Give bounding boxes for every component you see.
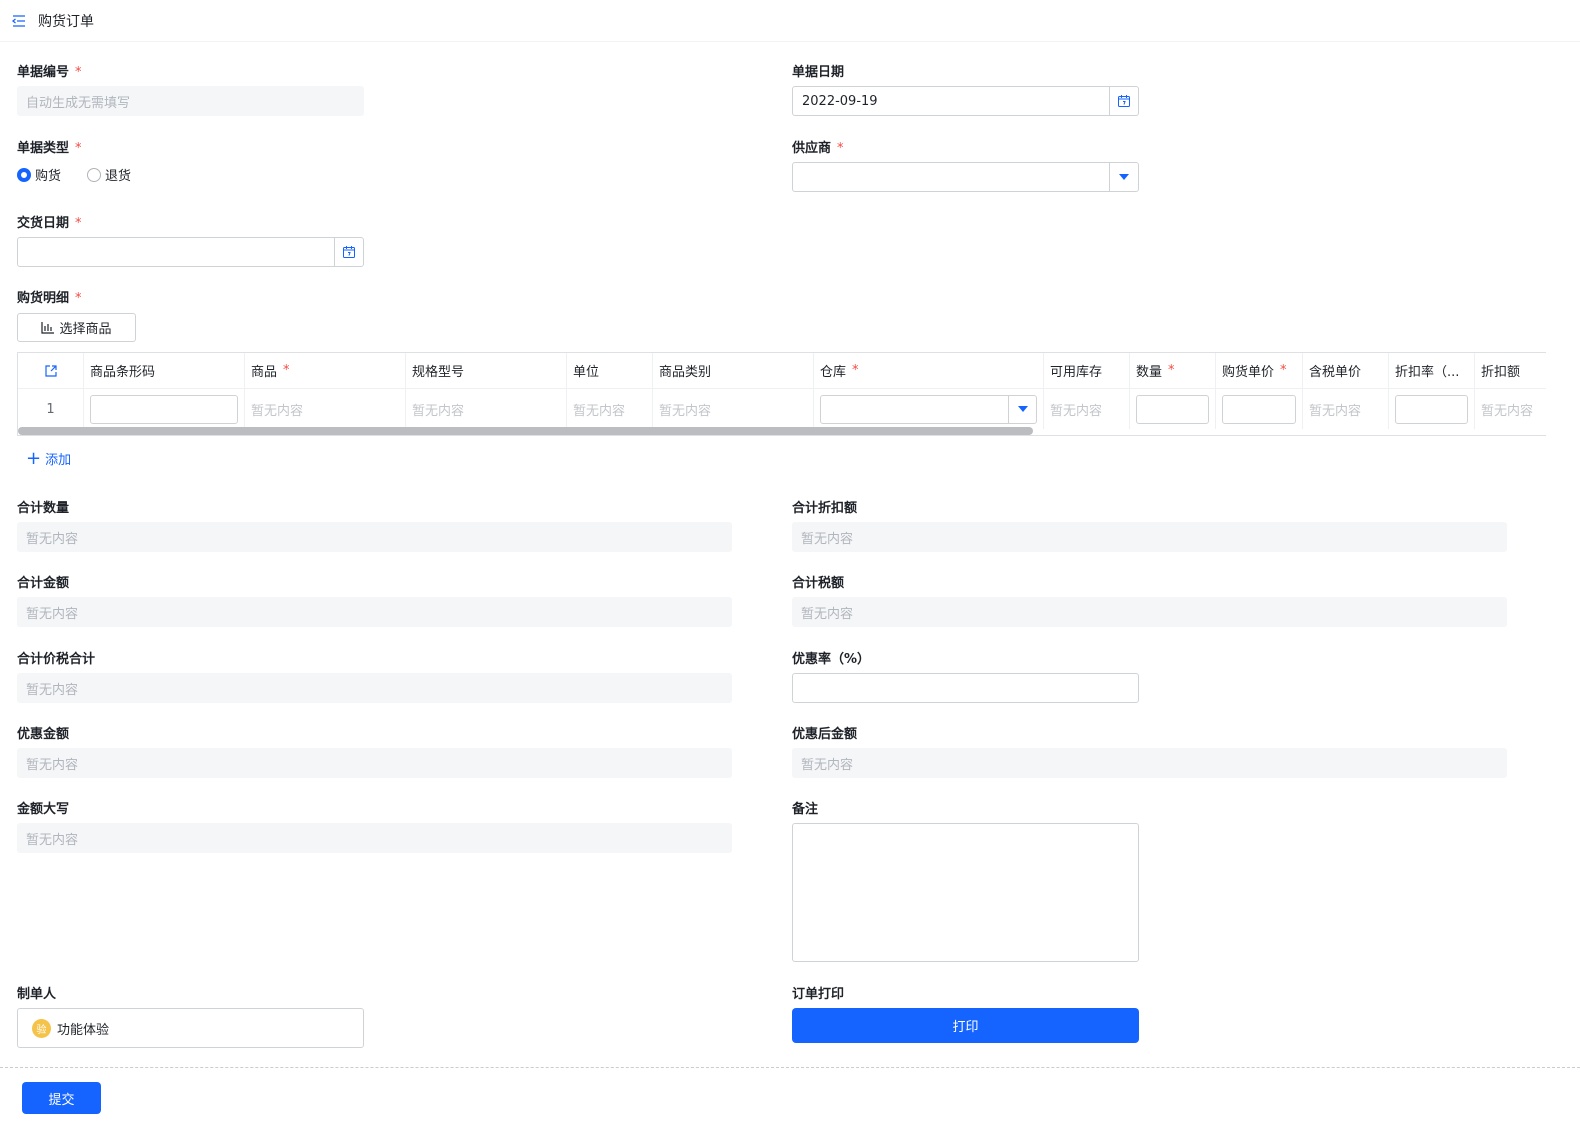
total-tax-label: 合计税额 xyxy=(792,576,845,591)
qty-input[interactable] xyxy=(1136,394,1209,424)
total-discount-value: 暂无内容 xyxy=(792,522,1507,552)
total-qty-label: 合计数量 xyxy=(17,501,70,516)
doc-date-label: 单据日期 xyxy=(792,65,845,80)
calendar-icon[interactable] xyxy=(334,238,363,266)
discount-rate-cell xyxy=(1389,389,1475,429)
col-goods: 商品 * xyxy=(245,353,406,388)
row-index: 1 xyxy=(18,389,84,429)
maker-field: 验 功能体验 xyxy=(17,1008,364,1048)
discount-rate-input[interactable] xyxy=(792,673,1139,703)
delivery-date-picker[interactable] xyxy=(17,237,364,267)
add-row-link[interactable]: + 添加 xyxy=(26,449,71,468)
col-unit: 单位 xyxy=(567,353,653,388)
total-with-tax-label: 合计价税合计 xyxy=(17,652,96,667)
after-discount-value: 暂无内容 xyxy=(792,748,1507,778)
warehouse-select[interactable] xyxy=(820,394,1037,424)
doc-type-radio-group: 购货 退货 xyxy=(17,165,157,184)
radio-purchase[interactable]: 购货 xyxy=(17,165,61,184)
discount-rate-input[interactable] xyxy=(1395,394,1468,424)
page-title: 购货订单 xyxy=(38,13,94,30)
menu-fold-icon[interactable] xyxy=(11,13,27,29)
category-cell: 暂无内容 xyxy=(653,389,814,429)
plus-icon: + xyxy=(26,447,42,469)
remark-label: 备注 xyxy=(792,802,819,817)
table-header: 商品条形码 商品 * 规格型号 单位 商品类别 仓库 * 可用库存 数量 * 购货单价… xyxy=(18,353,1546,389)
amount-in-words-label: 金额大写 xyxy=(17,802,70,817)
col-qty: 数量 * xyxy=(1130,353,1216,388)
detail-table: 商品条形码 商品 * 规格型号 单位 商品类别 仓库 * 可用库存 数量 * 购货单价… xyxy=(17,352,1546,436)
doc-date-value: 2022-09-19 xyxy=(802,93,878,109)
supplier-label: 供应商 * xyxy=(792,141,844,156)
select-goods-button[interactable]: 选择商品 xyxy=(17,313,136,342)
doc-no-label: 单据编号 * xyxy=(17,65,82,80)
radio-return[interactable]: 退货 xyxy=(87,165,131,184)
col-warehouse: 仓库 * xyxy=(814,353,1044,388)
total-discount-label: 合计折扣额 xyxy=(792,501,858,516)
footer-divider xyxy=(0,1067,1580,1068)
discount-rate-label: 优惠率（%） xyxy=(792,652,871,667)
goods-cell: 暂无内容 xyxy=(245,389,406,429)
total-amount-value: 暂无内容 xyxy=(17,597,732,627)
stock-cell: 暂无内容 xyxy=(1044,389,1130,429)
warehouse-cell xyxy=(814,389,1044,429)
avatar: 验 xyxy=(32,1018,51,1038)
detail-label: 购货明细 * xyxy=(17,291,82,306)
maker-name: 功能体验 xyxy=(57,1022,110,1038)
delivery-date-label: 交货日期 * xyxy=(17,216,82,231)
col-price: 购货单价 * xyxy=(1216,353,1303,388)
barcode-input[interactable] xyxy=(90,394,238,424)
col-spec: 规格型号 xyxy=(406,353,567,388)
maker-label: 制单人 xyxy=(17,987,57,1002)
radio-dot xyxy=(17,167,31,182)
page-header: 购货订单 xyxy=(0,0,1580,42)
doc-type-label: 单据类型 * xyxy=(17,141,82,156)
export-icon[interactable] xyxy=(18,353,84,388)
print-button[interactable]: 打印 xyxy=(792,1008,1139,1043)
calendar-icon[interactable] xyxy=(1109,87,1138,115)
amount-in-words-value: 暂无内容 xyxy=(17,823,732,853)
spec-cell: 暂无内容 xyxy=(406,389,567,429)
price-cell xyxy=(1216,389,1303,429)
col-stock: 可用库存 xyxy=(1044,353,1130,388)
col-tax-price: 含税单价 xyxy=(1303,353,1389,388)
barcode-cell xyxy=(84,389,245,429)
tax-price-cell: 暂无内容 xyxy=(1303,389,1389,429)
print-label: 订单打印 xyxy=(792,987,845,1002)
remark-textarea[interactable] xyxy=(792,823,1139,962)
table-horizontal-scrollbar[interactable] xyxy=(18,427,1033,435)
total-with-tax-value: 暂无内容 xyxy=(17,673,732,703)
col-category: 商品类别 xyxy=(653,353,814,388)
total-qty-value: 暂无内容 xyxy=(17,522,732,552)
doc-date-picker[interactable]: 2022-09-19 xyxy=(792,86,1139,116)
radio-dot xyxy=(87,167,102,182)
unit-cell: 暂无内容 xyxy=(567,389,653,429)
col-discount-amount: 折扣额 xyxy=(1475,353,1546,388)
col-discount-rate: 折扣率（... xyxy=(1389,353,1475,388)
table-row: 1 暂无内容 暂无内容 暂无内容 暂无内容 暂无内容 暂无内容 暂无内容 xyxy=(18,389,1546,429)
caret-down-icon[interactable] xyxy=(1109,163,1138,191)
col-barcode: 商品条形码 xyxy=(84,353,245,388)
discount-amount-cell: 暂无内容 xyxy=(1475,389,1546,429)
bar-chart-icon xyxy=(41,321,55,334)
discount-amount-label: 优惠金额 xyxy=(17,727,70,742)
caret-down-icon[interactable] xyxy=(1008,395,1036,423)
doc-no-field: 自动生成无需填写 xyxy=(17,86,364,116)
qty-cell xyxy=(1130,389,1216,429)
discount-amount-value: 暂无内容 xyxy=(17,748,732,778)
submit-button[interactable]: 提交 xyxy=(22,1082,101,1114)
total-tax-value: 暂无内容 xyxy=(792,597,1507,627)
after-discount-label: 优惠后金额 xyxy=(792,727,858,742)
supplier-select[interactable] xyxy=(792,162,1139,192)
price-input[interactable] xyxy=(1222,394,1296,424)
total-amount-label: 合计金额 xyxy=(17,576,70,591)
